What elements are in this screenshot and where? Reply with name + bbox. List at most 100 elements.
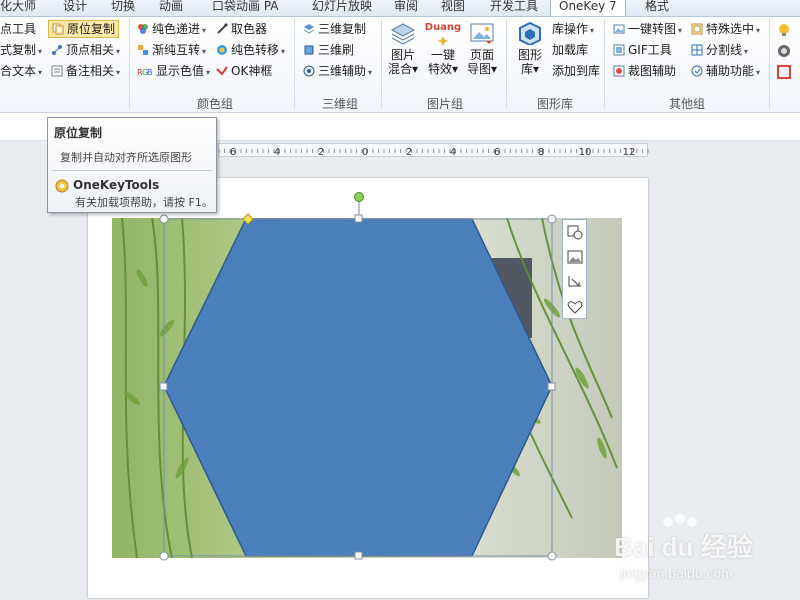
style-copy-button[interactable]: 式复制 ▾: [0, 41, 42, 59]
ruler-label: 10: [579, 147, 592, 158]
3d-group-label: 三维组: [321, 97, 358, 111]
resize-handle-b[interactable]: [354, 551, 363, 560]
solid-color-transfer-button[interactable]: 纯色转移 ▾: [216, 41, 285, 59]
ribbon: 点工具 式复制 ▾ 合文本 ▾ 原位复制 顶点相关 ▾ 备注相关 ▾ 纯色递进 ▾ 渐纯互…: [0, 17, 800, 113]
group-separator: [381, 19, 382, 109]
chevron-down-icon: ▾: [744, 47, 749, 56]
vertex-related-button[interactable]: 顶点相关 ▾: [51, 41, 120, 59]
3d-assist-icon: [303, 64, 315, 77]
chevron-down-icon: ▾: [116, 47, 121, 56]
shape-library-button[interactable]: 图形 库▾: [512, 21, 548, 76]
3d-layers-icon: [303, 22, 315, 34]
watermark-text: Bai du 经验: [614, 532, 753, 562]
ruler-label: 2: [406, 147, 412, 158]
resize-handle-br[interactable]: [547, 551, 557, 561]
other-group-label: 其他组: [668, 97, 705, 111]
ruler-label: 2: [318, 147, 324, 158]
chevron-down-icon: ▾: [116, 68, 121, 77]
3d-brush-button[interactable]: 三维刷: [303, 41, 354, 59]
notes-related-button[interactable]: 备注相关 ▾: [51, 62, 120, 80]
baidu-watermark: Bai du 经验 jingyan.baidu.com: [614, 513, 794, 593]
chevron-down-icon: ▾: [206, 68, 211, 77]
tab-review[interactable]: 审阅: [394, 0, 418, 16]
in-place-copy-button[interactable]: 原位复制: [48, 20, 120, 38]
library-operations-button[interactable]: 库操作 ▾: [552, 20, 594, 38]
gif-tool-button[interactable]: GIF工具: [613, 41, 672, 59]
camera-icon[interactable]: [777, 44, 791, 61]
gradient-solid-swap-button[interactable]: 渐纯互转 ▾: [137, 41, 206, 59]
solid-gradient-button[interactable]: 纯色递进 ▾: [137, 20, 206, 38]
image-blend-button[interactable]: 图片 混合▾: [386, 21, 420, 76]
tab-transitions[interactable]: 切换: [111, 0, 135, 16]
crop-resize-icon[interactable]: [566, 273, 584, 291]
svg-text:B: B: [147, 68, 153, 77]
tab-beautify-master[interactable]: 化大师: [0, 0, 36, 16]
assist-icon: [691, 64, 703, 77]
image-stack-icon: [390, 23, 416, 45]
chevron-down-icon: ▾: [678, 26, 683, 35]
hexagon-shape[interactable]: [163, 218, 553, 557]
tab-format[interactable]: 格式: [645, 0, 669, 16]
tooltip-title: 原位复制: [54, 126, 103, 140]
one-click-effect-button[interactable]: Duang 一键 特效▾: [424, 21, 462, 76]
vertex-tool-button[interactable]: 点工具: [0, 20, 36, 38]
shape-icon[interactable]: [777, 65, 791, 82]
resize-handle-tl[interactable]: [159, 214, 169, 224]
tab-view[interactable]: 视图: [441, 0, 465, 16]
eyedropper-icon: [216, 22, 228, 34]
chevron-down-icon: ▾: [451, 62, 459, 76]
group-separator: [506, 19, 507, 109]
watermark-url: jingyan.baidu.com: [620, 565, 733, 581]
show-color-value-button[interactable]: R G B 显示色值 ▾: [137, 62, 210, 80]
shape-format-icon[interactable]: [566, 223, 584, 241]
rotation-handle[interactable]: [354, 192, 364, 202]
tooltip-divider: [52, 170, 212, 171]
ok-frame-icon: [216, 64, 228, 76]
ribbon-tab-bar: 化大师 设计 切换 动画 口袋动画 PA 幻灯片放映 审阅 视图 开发工具 On…: [0, 0, 800, 17]
bulb-icon[interactable]: [777, 23, 791, 40]
divider-line-button[interactable]: 分割线 ▾: [691, 41, 748, 59]
ok-frame-button[interactable]: OK神框: [216, 62, 272, 80]
merge-text-button[interactable]: 合文本 ▾: [0, 62, 42, 80]
resize-handle-tr[interactable]: [547, 214, 557, 224]
color-picker-button[interactable]: 取色器: [216, 20, 267, 38]
special-select-button[interactable]: 特殊选中 ▾: [691, 20, 760, 38]
3d-assist-button[interactable]: 三维辅助 ▾: [303, 62, 372, 80]
3d-copy-button[interactable]: 三维复制: [303, 20, 366, 38]
floating-layout-toolbar: [562, 219, 587, 319]
add-to-library-button[interactable]: 添加到库: [552, 62, 600, 80]
picture-icon[interactable]: [566, 248, 584, 266]
tab-animations[interactable]: 动画: [159, 0, 183, 16]
chevron-down-icon: ▾: [590, 26, 595, 35]
picture-export-icon: [470, 23, 494, 44]
crop-assist-button[interactable]: 裁图辅助: [613, 62, 676, 80]
resize-handle-r[interactable]: [547, 382, 556, 391]
chevron-down-icon: ▾: [490, 62, 498, 76]
selection-overlay: [159, 192, 557, 561]
tab-slideshow[interactable]: 幻灯片放映: [312, 0, 372, 16]
group-separator: [769, 19, 770, 109]
vertex-icon: [51, 43, 63, 55]
copy-icon: [52, 23, 64, 35]
load-library-button[interactable]: 加载库: [552, 41, 588, 59]
color-transfer-icon: [216, 43, 228, 55]
grid-icon: [691, 43, 703, 56]
tab-onekey[interactable]: OneKey 7: [550, 0, 626, 16]
resize-handle-bl[interactable]: [159, 551, 169, 561]
tab-design[interactable]: 设计: [63, 0, 87, 16]
chevron-down-icon: ▾: [38, 68, 43, 77]
chevron-down-icon: ▾: [202, 47, 207, 56]
tab-pocket-animation[interactable]: 口袋动画 PA: [212, 0, 279, 16]
chevron-down-icon: ▾: [281, 47, 286, 56]
rgb-icon: RGB: [137, 64, 153, 77]
resize-handle-t[interactable]: [354, 214, 363, 223]
tooltip-help: 有关加载项帮助，请按 F1。: [75, 196, 213, 209]
page-export-image-button[interactable]: 页面 导图▾: [464, 21, 500, 76]
chevron-down-icon: ▾: [411, 62, 419, 76]
one-click-to-image-button[interactable]: 一键转图 ▾: [613, 20, 682, 38]
tab-developer[interactable]: 开发工具: [490, 0, 538, 16]
heart-icon[interactable]: [566, 298, 584, 316]
resize-handle-l[interactable]: [159, 382, 168, 391]
assist-function-button[interactable]: 辅助功能 ▾: [691, 62, 760, 80]
tooltip-description: 复制并自动对齐所选原图形: [60, 151, 192, 164]
